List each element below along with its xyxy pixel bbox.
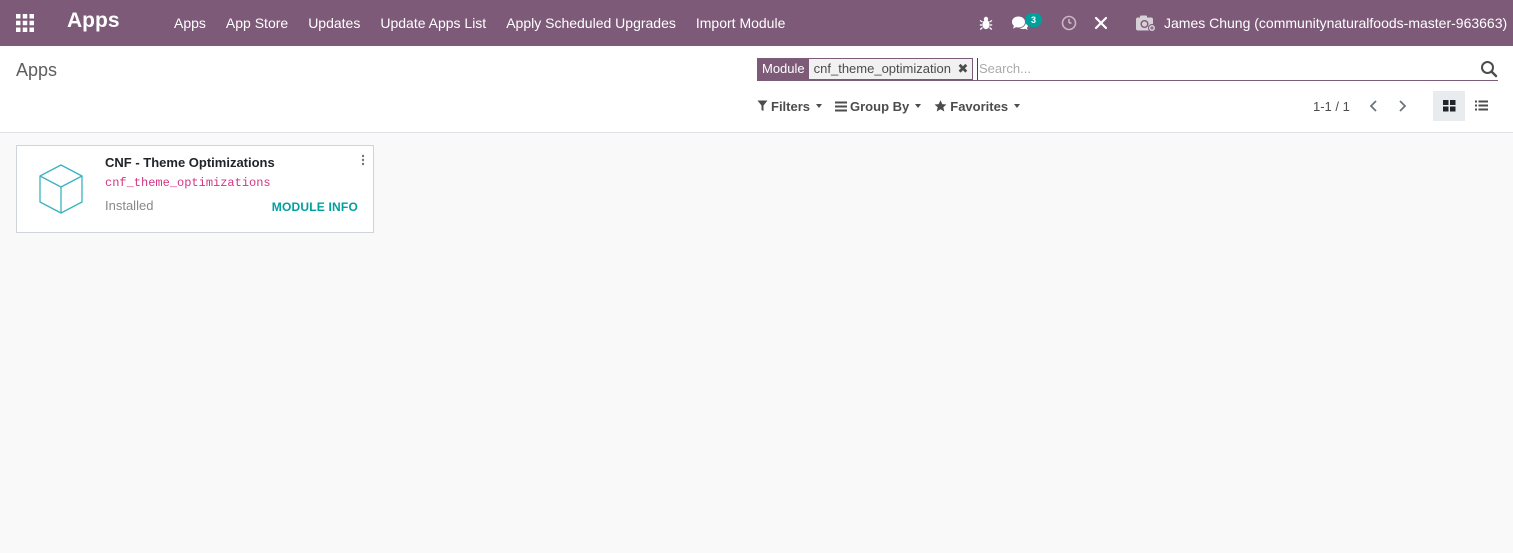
app-title[interactable]: Apps: [67, 9, 120, 33]
facet-remove-icon[interactable]: ✖: [956, 59, 970, 79]
top-navbar: Apps Apps App Store Updates Update Apps …: [0, 0, 1513, 46]
search-icon[interactable]: [1480, 60, 1498, 78]
control-panel: Apps Module cnf_theme_optimization ✖ Fil…: [0, 46, 1513, 133]
menu-item-apps[interactable]: Apps: [164, 0, 216, 46]
module-info-button[interactable]: MODULE INFO: [272, 200, 358, 214]
list-view-icon: [1474, 100, 1488, 111]
activity-clock-icon[interactable]: [1059, 13, 1079, 33]
module-state: Installed: [105, 198, 154, 213]
user-name: James Chung (communitynaturalfoods-maste…: [1164, 15, 1508, 31]
group-by-caret-icon: [915, 104, 922, 108]
search-facet: Module cnf_theme_optimization ✖: [757, 57, 973, 80]
pager-next-icon[interactable]: [1394, 98, 1410, 114]
filters-button[interactable]: Filters: [757, 98, 823, 114]
menu-item-app-store[interactable]: App Store: [216, 0, 298, 46]
group-by-icon: [835, 101, 848, 111]
module-technical-name: cnf_theme_optimizations: [105, 176, 271, 190]
breadcrumb: Apps: [16, 60, 58, 80]
pager-previous-icon[interactable]: [1366, 98, 1382, 114]
filters-caret-icon: [816, 104, 823, 108]
close-tools-icon[interactable]: [1091, 13, 1111, 33]
module-card[interactable]: CNF - Theme Optimizations cnf_theme_opti…: [16, 145, 374, 233]
kanban-view-button[interactable]: [1433, 91, 1465, 121]
favorites-label: Favorites: [950, 98, 1009, 114]
card-menu-dots-icon[interactable]: [360, 154, 366, 166]
menu-item-update-apps-list[interactable]: Update Apps List: [370, 0, 496, 46]
search-input[interactable]: [976, 57, 1476, 80]
favorites-caret-icon: [1014, 104, 1021, 108]
group-by-button[interactable]: Group By: [835, 98, 922, 114]
list-view-button[interactable]: [1465, 91, 1497, 121]
search-options: Filters Group By Favorites: [757, 96, 1033, 116]
top-menu: Apps App Store Updates Update Apps List …: [164, 0, 795, 46]
group-by-label: Group By: [850, 98, 910, 114]
menu-item-import-module[interactable]: Import Module: [686, 0, 795, 46]
kanban-view-icon: [1442, 100, 1455, 112]
menu-item-updates[interactable]: Updates: [298, 0, 370, 46]
search-facet-value: cnf_theme_optimization: [813, 60, 951, 76]
filters-label: Filters: [771, 98, 811, 114]
favorites-button[interactable]: Favorites: [934, 98, 1021, 114]
filter-icon: [757, 100, 768, 111]
search-bar: Module cnf_theme_optimization ✖: [757, 57, 1498, 81]
messages-count-badge: 3: [1025, 13, 1042, 27]
module-cube-icon: [39, 164, 83, 214]
menu-item-apply-scheduled-upgrades[interactable]: Apply Scheduled Upgrades: [496, 0, 686, 46]
app-switcher-icon[interactable]: [15, 13, 35, 33]
user-menu[interactable]: James Chung (communitynaturalfoods-maste…: [1135, 12, 1513, 34]
star-icon: [934, 100, 947, 112]
pager-value[interactable]: 1-1 / 1: [1313, 99, 1350, 114]
module-title: CNF - Theme Optimizations: [105, 155, 275, 170]
search-facet-label: Module: [758, 58, 809, 79]
debug-bug-icon[interactable]: [976, 13, 996, 33]
user-avatar-icon: [1136, 15, 1156, 32]
